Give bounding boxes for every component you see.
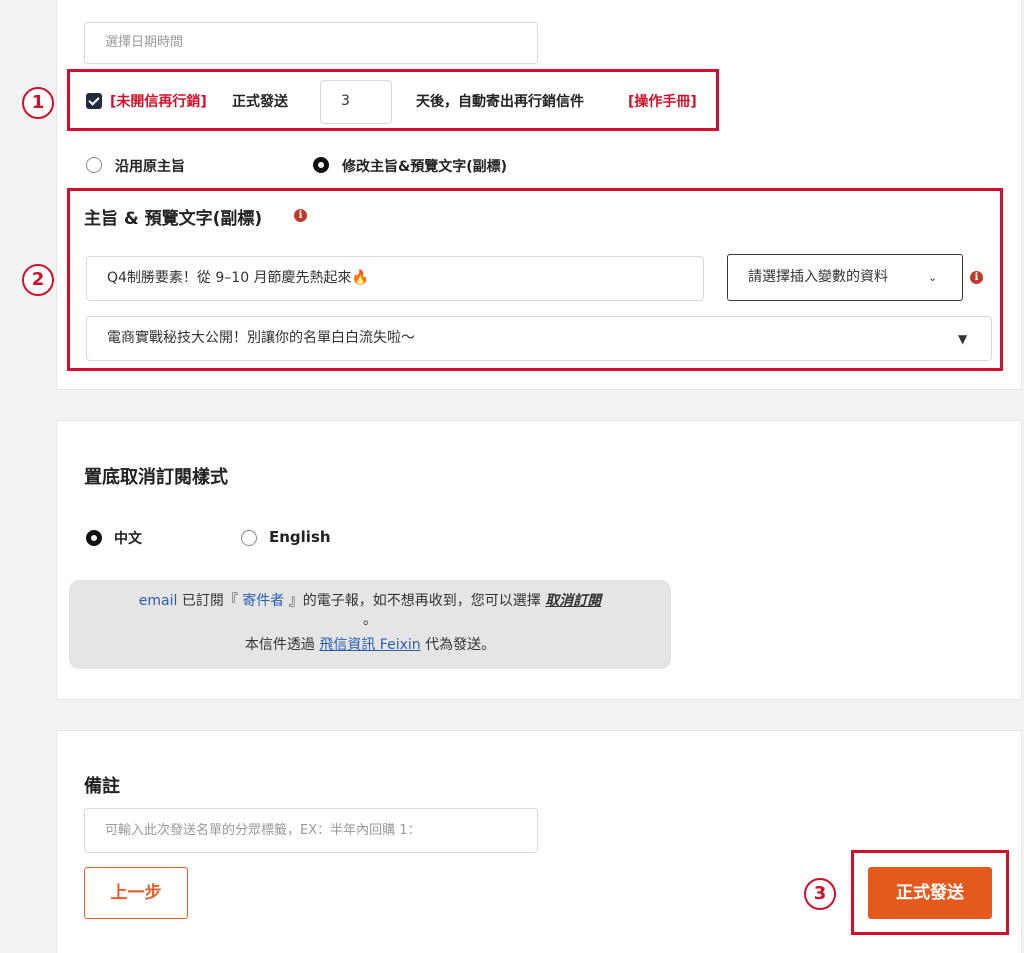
caret-down-icon: ▼ xyxy=(958,332,968,346)
subject-input[interactable]: Q4制勝要素！從 9–10 月節慶先熱起來🔥 xyxy=(86,256,704,301)
retarget-suffix: 天後，自動寄出再行銷信件 xyxy=(416,94,584,110)
retarget-days-input[interactable]: 3 xyxy=(320,80,392,124)
subject-info-icon[interactable]: i xyxy=(294,209,307,222)
radio-lang-en-label: English xyxy=(269,528,331,546)
unsubscribe-title: 置底取消訂閱樣式 xyxy=(84,467,228,488)
preview-text-b: 』的電子報，如不想再收到，您可以選擇 xyxy=(284,593,546,609)
variable-select[interactable]: 請選擇插入變數的資料 ⌄ xyxy=(727,254,963,301)
preview-text-select[interactable]: 電商實戰秘技大公開！別讓你的名單白白流失啦～ xyxy=(86,316,992,361)
preview-email: email xyxy=(138,593,178,609)
radio-lang-en[interactable] xyxy=(241,530,257,546)
send-button[interactable]: 正式發送 xyxy=(868,867,992,919)
back-button[interactable]: 上一步 xyxy=(84,867,188,919)
retarget-label: 正式發送 xyxy=(232,94,288,110)
variable-info-icon[interactable]: i xyxy=(970,271,983,284)
variable-select-label: 請選擇插入變數的資料 xyxy=(748,269,888,285)
preview-text-a: 已訂閱『 xyxy=(177,593,243,609)
preview-line-3: 本信件透過 飛信資訊 Feixin 代為發送。 xyxy=(69,634,671,654)
notes-input[interactable]: 可輸入此次發送名單的分眾標籤，EX：半年內回購 1： xyxy=(84,808,538,853)
radio-edit-subject[interactable] xyxy=(313,157,329,173)
radio-lang-zh[interactable] xyxy=(86,530,102,546)
preview-text-value: 電商實戰秘技大公開！別讓你的名單白白流失啦～ xyxy=(107,330,415,346)
preview-text-d: 代為發送。 xyxy=(420,637,496,653)
annotation-marker-1: 1 xyxy=(22,87,54,119)
notes-title: 備註 xyxy=(84,776,120,797)
radio-edit-subject-label: 修改主旨&預覽文字(副標) xyxy=(342,159,508,175)
datetime-picker[interactable]: 選擇日期時間 xyxy=(84,22,538,64)
manual-link[interactable]: [操作手冊] xyxy=(628,91,697,111)
feixin-link[interactable]: 飛信資訊 Feixin xyxy=(319,637,420,653)
unsubscribe-preview: email 已訂閱『 寄件者 』的電子報，如不想再收到，您可以選擇 取消訂閱 。… xyxy=(69,580,671,669)
radio-lang-zh-label: 中文 xyxy=(114,531,142,547)
preview-line-2: 。 xyxy=(363,612,377,628)
annotation-marker-3: 3 xyxy=(804,878,836,910)
radio-keep-subject[interactable] xyxy=(86,157,102,173)
chevron-down-icon: ⌄ xyxy=(928,271,938,284)
preview-sender: 寄件者 xyxy=(242,593,285,609)
retarget-checkbox[interactable] xyxy=(86,93,102,109)
subject-section-title: 主旨 & 預覽文字(副標) xyxy=(84,209,263,229)
preview-text-c: 本信件透過 xyxy=(244,637,320,653)
retarget-tag: [未開信再行銷] xyxy=(110,94,207,110)
unsubscribe-link[interactable]: 取消訂閱 xyxy=(545,593,601,609)
radio-keep-subject-label: 沿用原主旨 xyxy=(115,159,185,175)
preview-line-1: email 已訂閱『 寄件者 』的電子報，如不想再收到，您可以選擇 取消訂閱 xyxy=(69,590,671,610)
annotation-marker-2: 2 xyxy=(22,264,54,296)
